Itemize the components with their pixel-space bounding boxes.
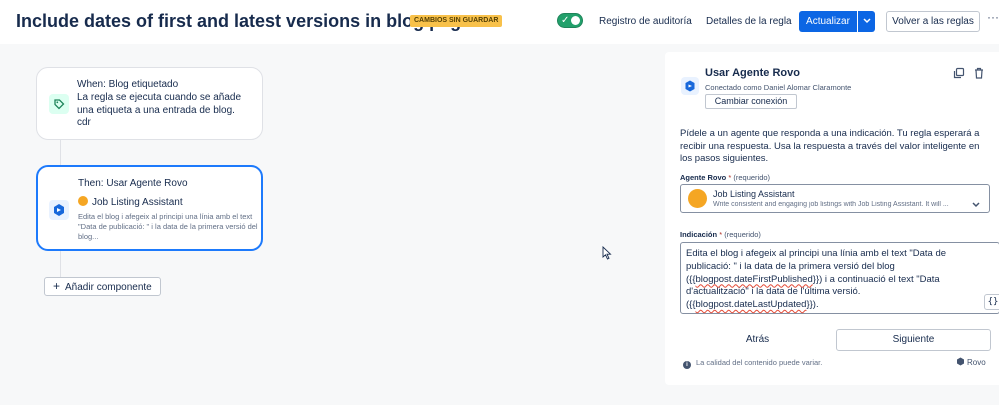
update-options-button[interactable]: [858, 11, 875, 32]
required-text: (requerido): [724, 230, 761, 239]
agent-select[interactable]: Job Listing Assistant Write consistent a…: [680, 184, 990, 213]
back-to-rules-button[interactable]: Volver a las reglas: [886, 11, 980, 32]
connected-as-text: Conectado como Daniel Alomar Claramonte: [705, 83, 852, 92]
agent-select-name: Job Listing Assistant: [713, 189, 795, 199]
mouse-cursor-icon: [602, 245, 612, 265]
rovo-icon: [957, 357, 964, 366]
rule-enabled-toggle[interactable]: ✓: [557, 13, 583, 28]
agent-avatar-icon: [688, 189, 707, 208]
add-component-button[interactable]: + Añadir componente: [44, 277, 161, 296]
trigger-title: When: Blog etiquetado: [77, 79, 179, 90]
action-prompt-preview: Edita el blog i afegeix al principi una …: [78, 212, 258, 241]
smart-value-insert-button[interactable]: {}: [984, 294, 999, 310]
agent-avatar-icon: [78, 196, 88, 206]
add-component-label: Añadir componente: [65, 282, 152, 293]
flow-connector: [60, 251, 61, 277]
flow-connector: [60, 140, 61, 165]
smart-value-last-updated: blogpost.dateLastUpdated: [695, 299, 807, 311]
more-options-icon[interactable]: ···: [987, 10, 999, 24]
trigger-label-value: cdr: [77, 117, 91, 128]
back-button[interactable]: Atrás: [680, 329, 835, 351]
update-button[interactable]: Actualizar: [799, 11, 857, 32]
prompt-field-label-text: Indicación: [680, 230, 718, 239]
toggle-knob: [571, 16, 580, 25]
action-title: Then: Usar Agente Rovo: [78, 178, 188, 189]
change-connection-button[interactable]: Cambiar conexión: [705, 94, 797, 109]
prompt-text: Edita el blog i afegeix al principi una …: [686, 248, 971, 312]
panel-title: Usar Agente Rovo: [705, 67, 800, 79]
prompt-textarea[interactable]: Edita el blog i afegeix al principi una …: [680, 242, 999, 314]
info-icon: i: [683, 361, 691, 369]
prompt-text-part: }}).: [806, 299, 819, 311]
next-button[interactable]: Siguiente: [836, 329, 991, 351]
agent-select-description: Write consistent and engaging job listin…: [713, 201, 949, 208]
audit-log-button[interactable]: Registro de auditoría: [593, 11, 698, 32]
prompt-field-label: Indicación * (requerido): [680, 230, 761, 239]
action-agent: Job Listing Assistant: [78, 196, 183, 208]
chevron-down-icon: [862, 18, 871, 24]
required-mark: *: [719, 230, 723, 239]
rovo-label: Rovo: [967, 358, 986, 367]
rovo-icon: [681, 77, 699, 95]
copy-icon[interactable]: [953, 66, 965, 84]
chevron-down-icon: [972, 195, 980, 213]
unsaved-changes-badge: CAMBIOS SIN GUARDAR: [410, 15, 503, 27]
trigger-description: La regla se ejecuta cuando se añade una …: [77, 92, 257, 130]
trigger-card[interactable]: When: Blog etiquetado La regla se ejecut…: [36, 67, 263, 140]
plus-icon: +: [53, 279, 61, 293]
component-config-panel: Usar Agente Rovo Conectado como Daniel A…: [665, 52, 999, 385]
tag-icon: [49, 94, 69, 114]
content-quality-note: i La calidad del contenido puede variar.: [683, 358, 822, 369]
rovo-icon: [49, 200, 69, 220]
rovo-brand: Rovo: [956, 357, 986, 367]
check-icon: ✓: [561, 15, 570, 26]
required-text: (requerido): [733, 173, 771, 182]
trigger-description-text: La regla se ejecuta cuando se añade una …: [77, 92, 242, 116]
action-agent-name: Job Listing Assistant: [92, 197, 183, 208]
agent-field-label-text: Agente Rovo: [680, 173, 727, 182]
trash-icon[interactable]: [973, 66, 985, 84]
content-quality-text: La calidad del contenido puede variar.: [696, 358, 823, 367]
rule-details-button[interactable]: Detalles de la regla: [700, 11, 798, 32]
panel-intro-text: Pídele a un agente que responda a una in…: [680, 128, 980, 164]
smart-value-first-published: blogpost.dateFirstPublished: [695, 273, 813, 285]
header-bar: Include dates of first and latest versio…: [0, 0, 999, 44]
required-mark: *: [728, 173, 732, 182]
action-card[interactable]: Then: Usar Agente Rovo Job Listing Assis…: [36, 165, 263, 251]
agent-field-label: Agente Rovo * (requerido): [680, 173, 770, 182]
